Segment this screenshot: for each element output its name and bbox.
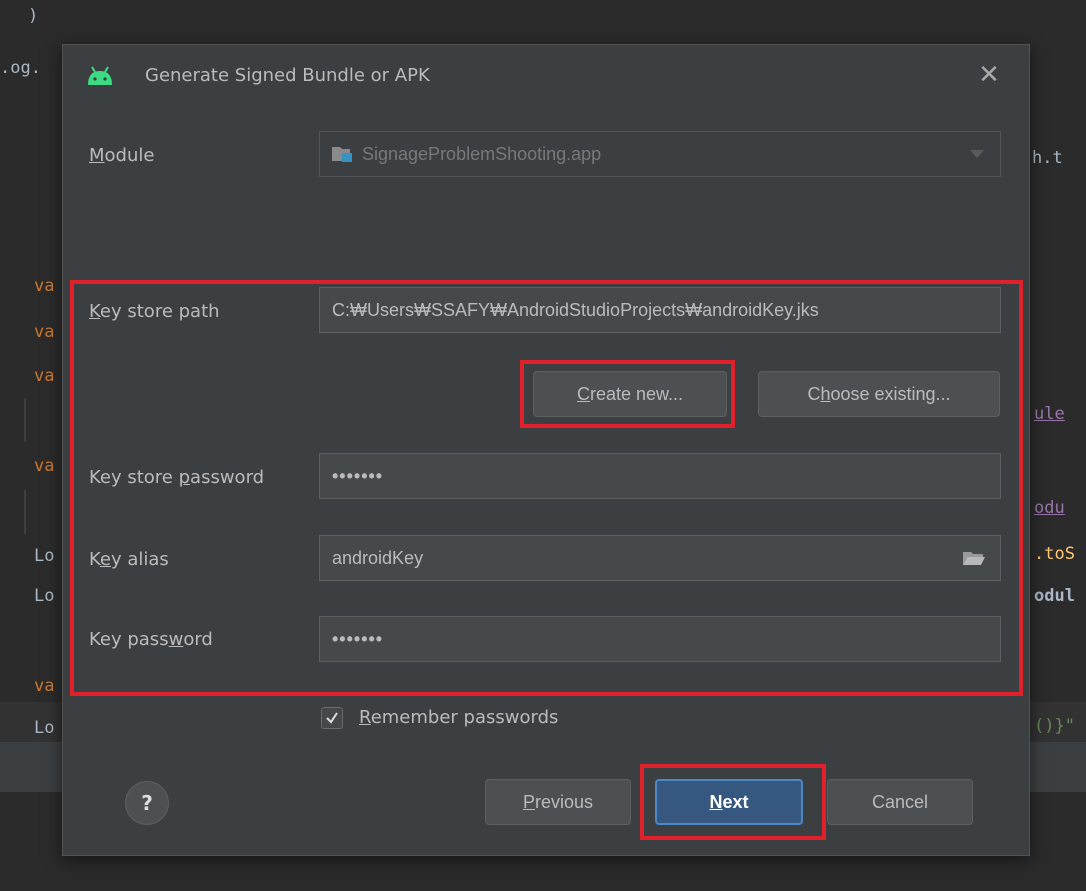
keystore-password-value: ••••••• (332, 465, 384, 486)
close-button[interactable]: ✕ (973, 59, 1005, 91)
code-fragment: ()}" (1034, 716, 1075, 736)
code-fragment: .og. (0, 58, 41, 78)
key-password-value: ••••••• (332, 628, 384, 649)
previous-button[interactable]: Previous (485, 779, 631, 825)
module-label: Module (89, 145, 155, 166)
code-fragment: odu (1034, 498, 1065, 518)
keystore-password-input[interactable]: ••••••• (319, 453, 1001, 499)
keystore-password-label: Key store password (89, 467, 265, 488)
chevron-down-icon (970, 150, 984, 158)
remember-passwords-checkbox[interactable] (321, 707, 343, 729)
fold-guide (24, 398, 26, 442)
key-alias-input[interactable]: androidKey (319, 535, 1001, 581)
code-fragment: ule (1034, 404, 1065, 424)
code-fragment: .toS (1034, 544, 1075, 564)
key-password-input[interactable]: ••••••• (319, 616, 1001, 662)
android-icon (88, 66, 112, 85)
module-folder-icon (332, 145, 354, 163)
help-button[interactable]: ? (125, 781, 169, 825)
generate-signed-bundle-dialog: Generate Signed Bundle or APK ✕ Module S… (62, 44, 1030, 856)
code-fragment: va (34, 456, 55, 476)
module-select[interactable]: SignageProblemShooting.app (319, 131, 1001, 177)
next-button[interactable]: Next (655, 779, 803, 825)
create-new-button[interactable]: Create new... (533, 371, 727, 417)
fold-guide (24, 490, 26, 534)
keystore-path-label: Key store path (89, 301, 220, 322)
folder-browse-icon[interactable] (962, 549, 986, 567)
keystore-path-value: C:₩Users₩SSAFY₩AndroidStudioProjects₩and… (332, 299, 819, 320)
keystore-path-input[interactable]: C:₩Users₩SSAFY₩AndroidStudioProjects₩and… (319, 287, 1001, 333)
choose-existing-button[interactable]: Choose existing... (758, 371, 1000, 417)
close-icon: ✕ (978, 60, 1000, 90)
code-fragment: Lo (34, 718, 55, 738)
key-alias-label: Key alias (89, 549, 169, 570)
code-fragment: odul (1034, 586, 1075, 606)
code-fragment: va (34, 366, 55, 386)
code-fragment: va (34, 276, 55, 296)
module-value: SignageProblemShooting.app (362, 143, 602, 164)
code-fragment: va (34, 676, 55, 696)
code-fragment: ) (28, 6, 39, 26)
remember-passwords-label[interactable]: Remember passwords (359, 707, 558, 728)
checkmark-icon (326, 712, 338, 724)
dialog-titlebar[interactable]: Generate Signed Bundle or APK ✕ (63, 45, 1029, 109)
question-icon: ? (141, 791, 153, 815)
key-alias-value: androidKey (332, 547, 424, 568)
code-fragment: Lo (34, 546, 55, 566)
code-fragment: h.t (1032, 148, 1063, 168)
dialog-title: Generate Signed Bundle or APK (145, 65, 430, 86)
cancel-button[interactable]: Cancel (827, 779, 973, 825)
code-fragment: Lo (34, 586, 55, 606)
code-fragment: va (34, 322, 55, 342)
key-password-label: Key password (89, 629, 213, 650)
